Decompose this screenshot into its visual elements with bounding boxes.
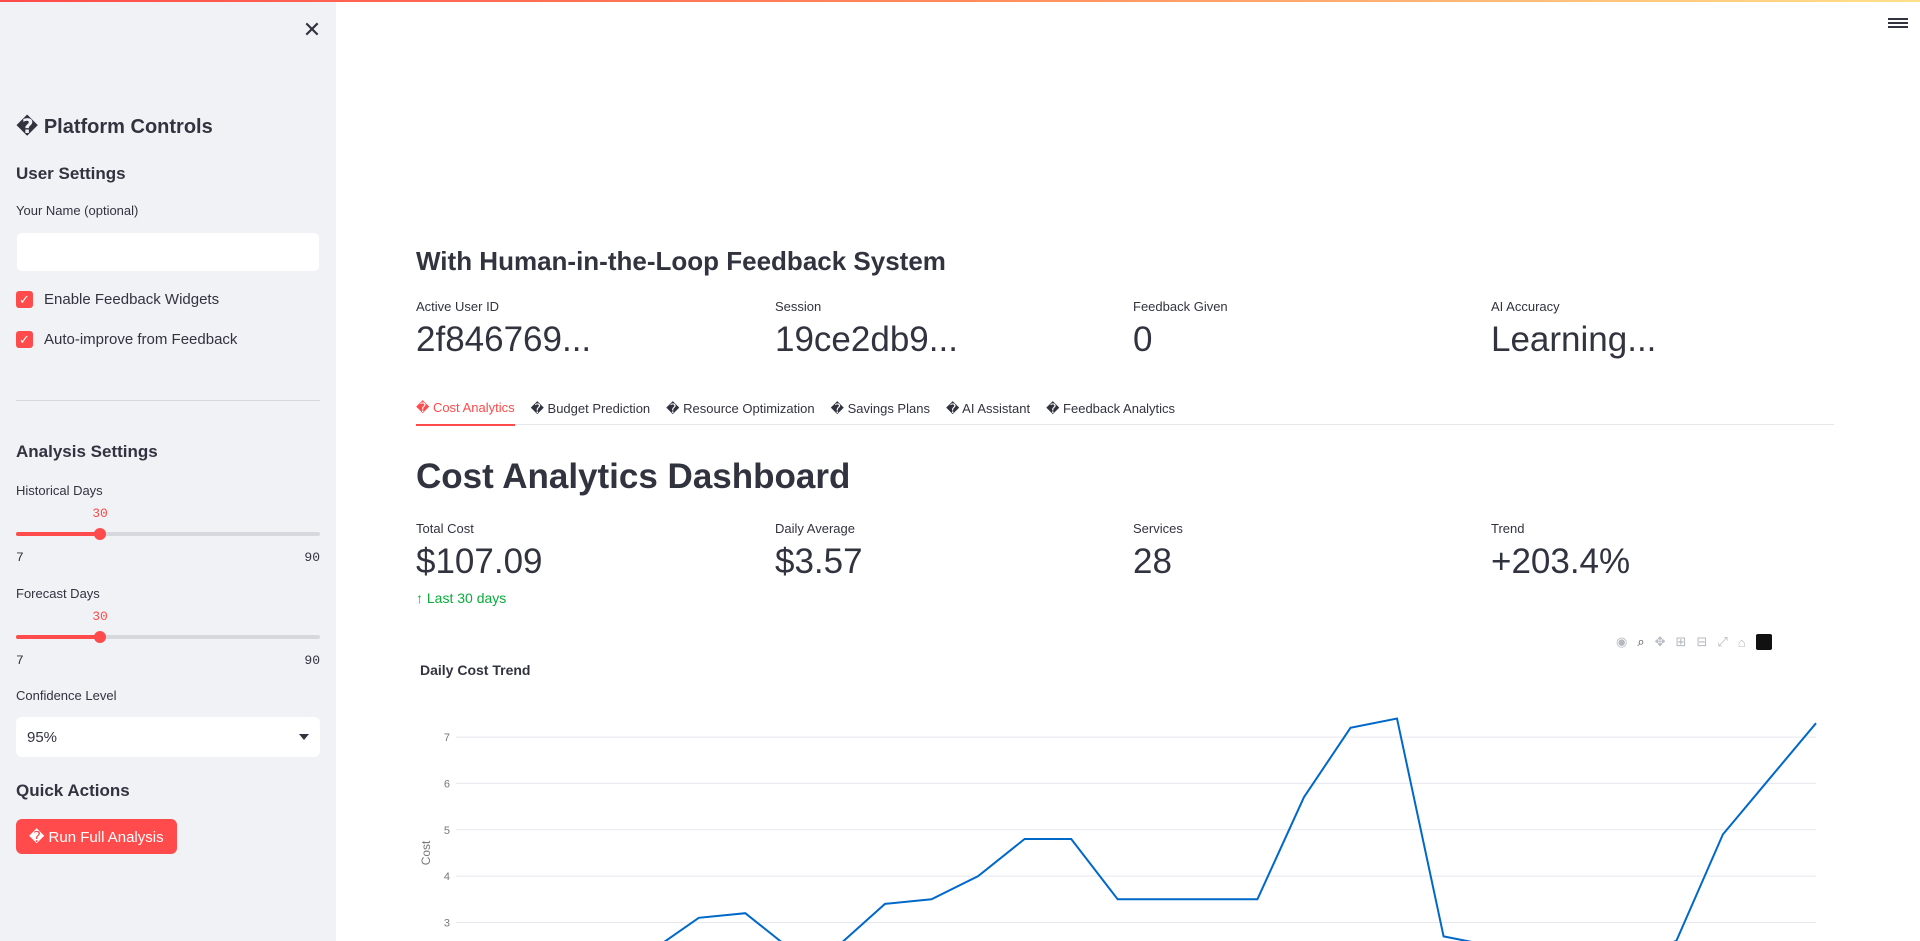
metric-value: $107.09 bbox=[416, 542, 543, 581]
slider-min: 7 bbox=[16, 550, 24, 565]
user-settings-heading: User Settings bbox=[16, 164, 126, 183]
y-tick-label: 7 bbox=[444, 732, 450, 744]
slider-max: 90 bbox=[304, 550, 320, 565]
slider-thumb[interactable] bbox=[94, 631, 106, 643]
page-subtitle: With Human-in-the-Loop Feedback System bbox=[416, 246, 946, 276]
slider-value: 30 bbox=[92, 506, 108, 521]
checkmark-icon: ✓ bbox=[16, 291, 33, 308]
tab-savings-plans[interactable]: � Savings Plans bbox=[831, 392, 930, 425]
metric-label: Daily Average bbox=[775, 521, 855, 536]
metric-ai-accuracy: AI Accuracy Learning... bbox=[1491, 299, 1831, 360]
metric-value: 19ce2db9... bbox=[775, 320, 958, 359]
metric-value: 2f846769... bbox=[416, 320, 592, 359]
forecast-days-label: Forecast Days bbox=[16, 586, 100, 601]
y-tick-label: 6 bbox=[444, 778, 450, 790]
metric-session: Session 19ce2db9... bbox=[775, 299, 1115, 360]
metric-active-user-id: Active User ID 2f846769... bbox=[416, 299, 756, 360]
tab-resource-optimization[interactable]: � Resource Optimization bbox=[666, 392, 814, 425]
y-tick-label: 3 bbox=[444, 917, 450, 929]
analysis-settings-heading: Analysis Settings bbox=[16, 442, 158, 461]
auto-improve-label: Auto-improve from Feedback bbox=[44, 331, 238, 348]
autoscale-icon[interactable]: ⤢ bbox=[1717, 634, 1727, 650]
y-tick-label: 5 bbox=[444, 825, 450, 837]
hamburger-menu-icon[interactable] bbox=[1888, 16, 1908, 32]
zoom-out-icon[interactable]: ⊟ bbox=[1696, 634, 1707, 650]
metric-value: +203.4% bbox=[1491, 542, 1631, 581]
chart-modebar: ◉ ⌕ ✥ ⊞ ⊟ ⤢ ⌂ bbox=[1616, 634, 1772, 650]
daily-cost-chart[interactable]: 3 4 5 6 7 Cost bbox=[416, 690, 1834, 941]
metric-services: Services 28 bbox=[1133, 521, 1473, 582]
zoom-icon[interactable]: ⌕ bbox=[1637, 634, 1644, 650]
divider bbox=[16, 400, 320, 401]
main-content: With Human-in-the-Loop Feedback System A… bbox=[416, 0, 1834, 941]
checkmark-icon: ✓ bbox=[16, 331, 33, 348]
slider-min: 7 bbox=[16, 653, 24, 668]
historical-days-slider[interactable]: 30 7 90 bbox=[16, 506, 320, 565]
metric-delta: ↑ Last 30 days bbox=[416, 590, 756, 606]
metric-label: Total Cost bbox=[416, 521, 474, 536]
chart-title: Daily Cost Trend bbox=[420, 662, 531, 678]
close-icon[interactable]: ✕ bbox=[298, 16, 326, 44]
slider-thumb[interactable] bbox=[94, 528, 106, 540]
forecast-days-slider[interactable]: 30 7 90 bbox=[16, 609, 320, 668]
slider-fill bbox=[16, 532, 100, 536]
slider-max: 90 bbox=[304, 653, 320, 668]
chevron-down-icon bbox=[299, 734, 309, 740]
metric-label: Feedback Given bbox=[1133, 299, 1228, 314]
historical-days-label: Historical Days bbox=[16, 483, 103, 498]
name-field-label: Your Name (optional) bbox=[16, 203, 139, 218]
metric-total-cost: Total Cost $107.09 ↑ Last 30 days bbox=[416, 521, 756, 606]
metric-value: $3.57 bbox=[775, 542, 863, 581]
metric-feedback-given: Feedback Given 0 bbox=[1133, 299, 1473, 360]
tab-cost-analytics[interactable]: � Cost Analytics bbox=[416, 392, 515, 426]
tab-ai-assistant[interactable]: � AI Assistant bbox=[946, 392, 1030, 425]
camera-icon[interactable]: ◉ bbox=[1616, 634, 1627, 650]
metric-trend: Trend +203.4% bbox=[1491, 521, 1831, 582]
tab-budget-prediction[interactable]: � Budget Prediction bbox=[531, 392, 651, 425]
metric-label: Services bbox=[1133, 521, 1183, 536]
pan-icon[interactable]: ✥ bbox=[1655, 634, 1666, 650]
confidence-level-value: 95% bbox=[27, 728, 58, 746]
metric-delta-text: Last 30 days bbox=[426, 590, 507, 606]
metric-value: Learning... bbox=[1491, 320, 1657, 359]
tab-feedback-analytics[interactable]: � Feedback Analytics bbox=[1046, 392, 1175, 425]
metric-label: Trend bbox=[1491, 521, 1525, 536]
slider-value: 30 bbox=[92, 609, 108, 624]
confidence-level-label: Confidence Level bbox=[16, 688, 117, 703]
y-tick-label: 4 bbox=[444, 871, 450, 883]
page-title: Cost Analytics Dashboard bbox=[416, 457, 851, 496]
enable-feedback-label: Enable Feedback Widgets bbox=[44, 291, 220, 308]
metric-value: 0 bbox=[1133, 320, 1153, 359]
plotly-logo-icon[interactable] bbox=[1755, 634, 1772, 650]
y-axis-label: Cost bbox=[419, 840, 433, 865]
quick-actions-heading: Quick Actions bbox=[16, 781, 130, 800]
metric-value: 28 bbox=[1133, 542, 1172, 581]
sidebar-title: � Platform Controls bbox=[16, 116, 213, 138]
run-full-analysis-button[interactable]: � Run Full Analysis bbox=[16, 819, 177, 854]
name-field[interactable] bbox=[16, 232, 320, 272]
zoom-in-icon[interactable]: ⊞ bbox=[1676, 634, 1687, 650]
metric-label: Active User ID bbox=[416, 299, 500, 314]
slider-fill bbox=[16, 635, 100, 639]
tab-bar: � Cost Analytics � Budget Prediction � R… bbox=[416, 392, 1834, 426]
confidence-level-select[interactable]: 95% bbox=[16, 717, 320, 757]
metric-label: AI Accuracy bbox=[1491, 299, 1560, 314]
metric-label: Session bbox=[775, 299, 822, 314]
arrow-up-icon: ↑ bbox=[416, 590, 423, 606]
enable-feedback-checkbox[interactable]: ✓ Enable Feedback Widgets bbox=[16, 291, 219, 308]
auto-improve-checkbox[interactable]: ✓ Auto-improve from Feedback bbox=[16, 331, 237, 348]
home-icon[interactable]: ⌂ bbox=[1738, 635, 1746, 650]
sidebar: ✕ � Platform Controls User Settings Your… bbox=[0, 2, 336, 941]
metric-daily-average: Daily Average $3.57 bbox=[775, 521, 1115, 582]
